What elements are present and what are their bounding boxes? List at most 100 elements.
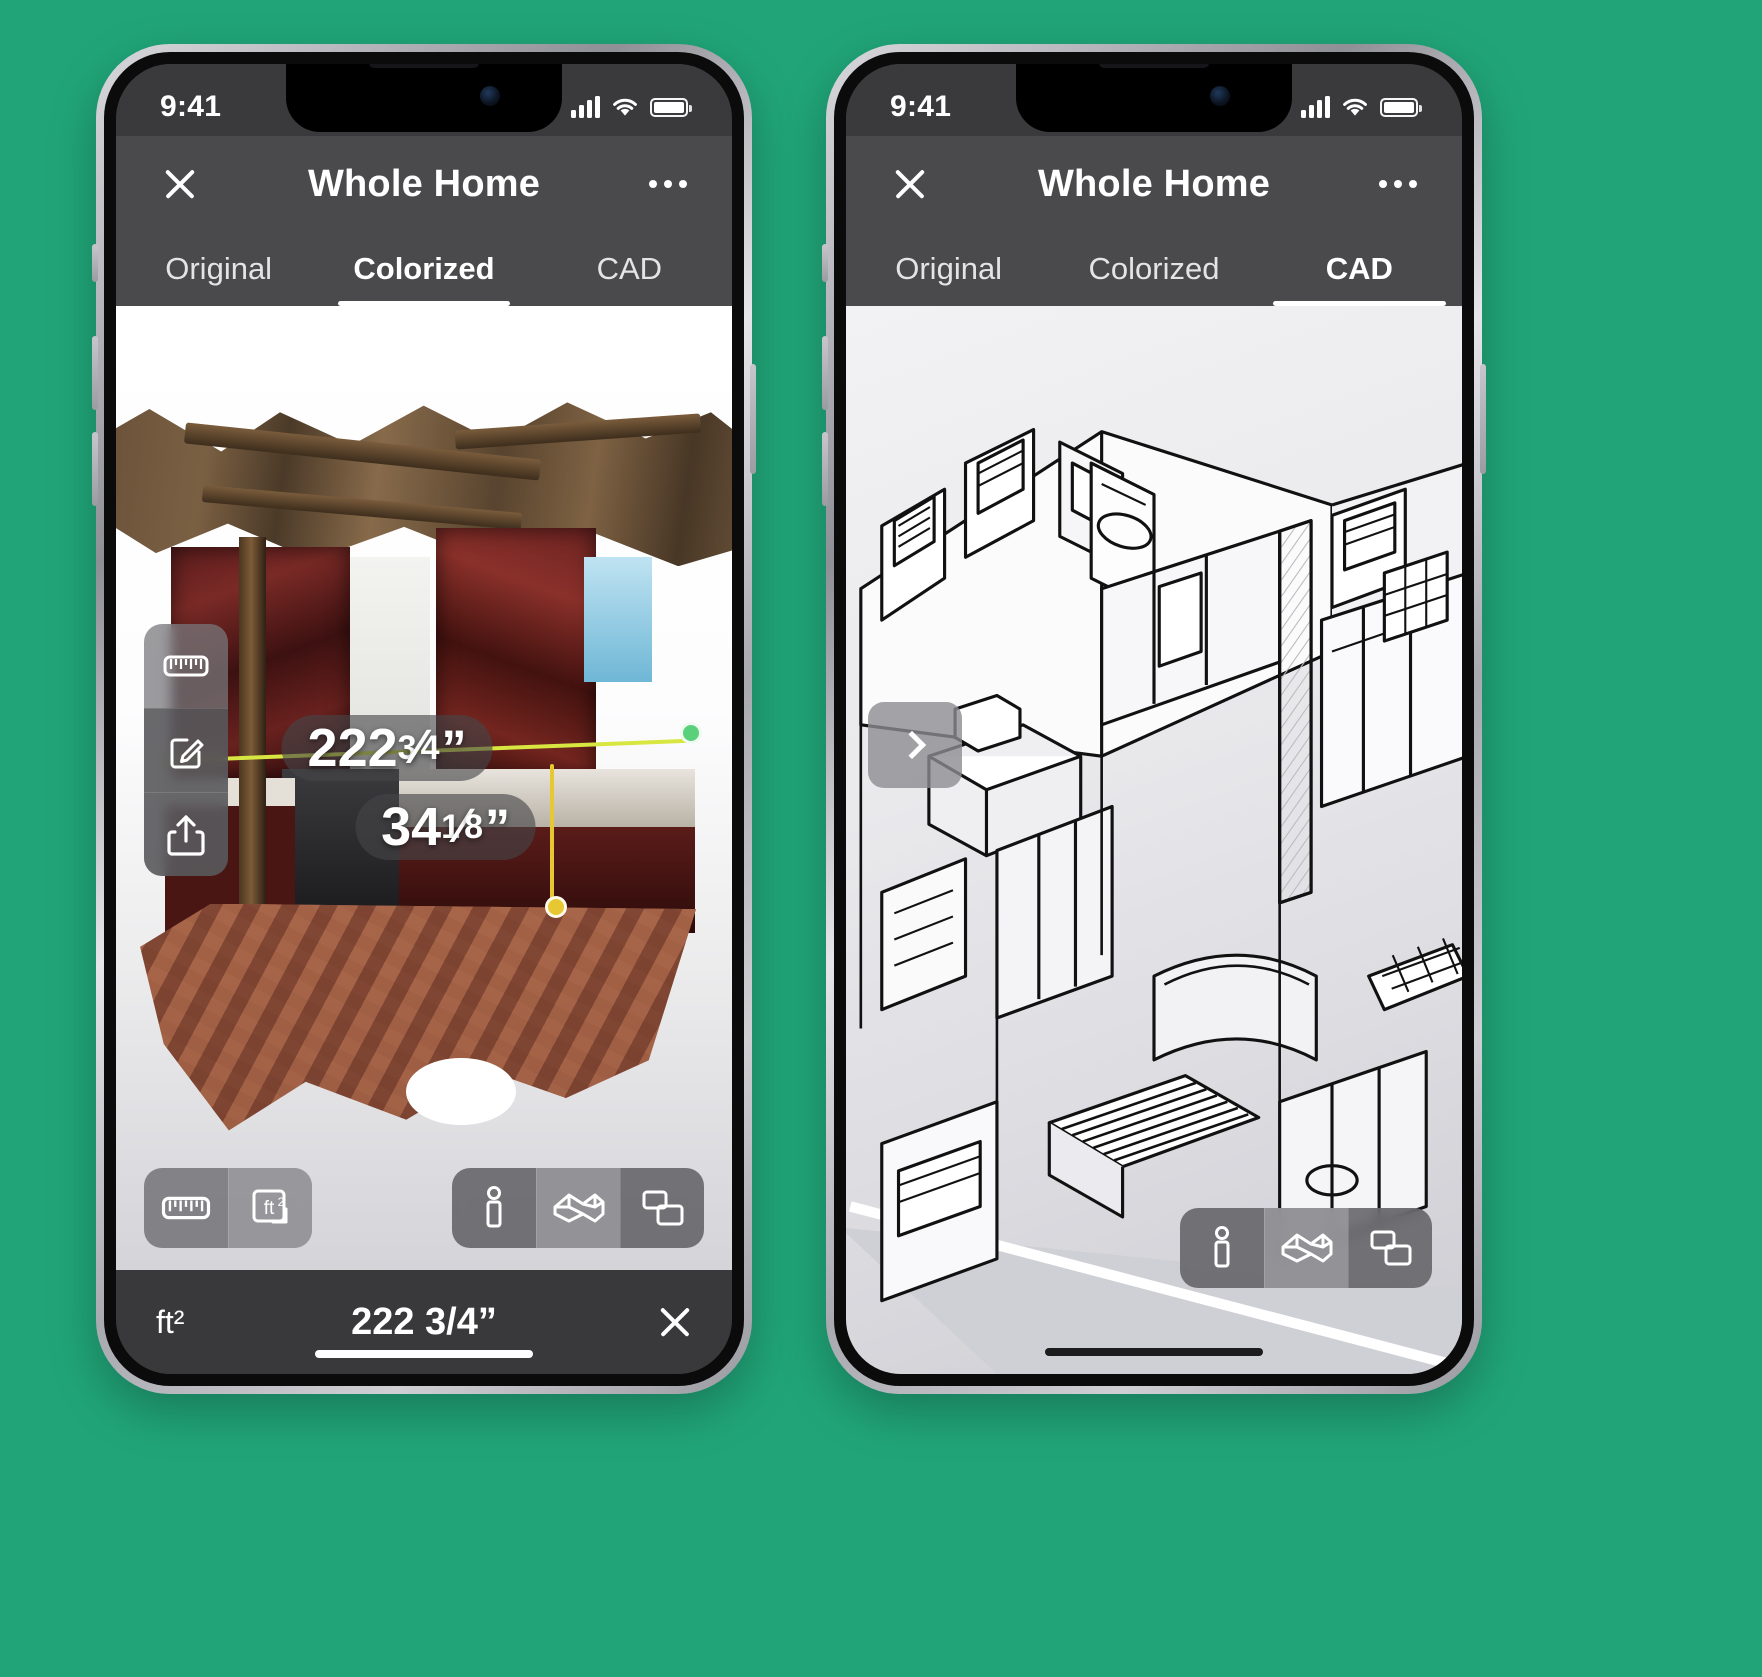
notch	[286, 64, 562, 132]
tab-original[interactable]: Original	[846, 232, 1051, 306]
measurement-status-bar: ft² 222 3/4”	[116, 1270, 732, 1374]
page-title: Whole Home	[1037, 162, 1271, 205]
earpiece-speaker	[369, 64, 479, 68]
chevron-right-icon	[897, 730, 927, 760]
phone-right: 9:41 Whole Home Original Colorized CAD	[822, 44, 1486, 1394]
measurement-fraction: 3 ⁄ 4	[398, 723, 440, 772]
view-mode-tabs: Original Colorized CAD	[116, 232, 732, 306]
dollhouse-3d-icon	[553, 1193, 604, 1223]
wifi-icon	[1343, 98, 1367, 116]
tool-column	[144, 624, 228, 876]
ruler-icon	[161, 1196, 211, 1220]
dollhouse-3d-icon	[1281, 1233, 1332, 1263]
tool-share-button[interactable]	[144, 792, 228, 876]
view-mode-segment	[452, 1168, 704, 1248]
segment-measure-tool[interactable]	[144, 1168, 228, 1248]
view-mode-tabs: Original Colorized CAD	[846, 232, 1462, 306]
measurement-whole: 222	[307, 717, 398, 778]
close-icon	[163, 167, 197, 201]
floorplan-icon	[642, 1190, 683, 1226]
segment-floorplan-view[interactable]	[1348, 1208, 1432, 1288]
measurement-value: 222 3/4”	[351, 1300, 497, 1343]
bottom-controls: ft 2	[116, 1168, 732, 1248]
screenshot-stage: 9:41 Whole Home Original Colorized CAD 2…	[0, 0, 1762, 1677]
view-mode-segment	[1180, 1208, 1432, 1288]
measurement-whole: 34	[381, 796, 442, 857]
area-ft2-icon: ft 2	[252, 1189, 287, 1224]
wifi-icon	[613, 98, 637, 116]
tab-cad[interactable]: CAD	[1257, 232, 1462, 306]
expand-panel-button[interactable]	[868, 702, 962, 788]
measurement-unit: ”	[485, 798, 511, 855]
tab-colorized[interactable]: Colorized	[1051, 232, 1256, 306]
person-icon	[486, 1186, 502, 1228]
tab-cad[interactable]: CAD	[527, 232, 732, 306]
power-button[interactable]	[750, 364, 756, 474]
phone-left: 9:41 Whole Home Original Colorized CAD 2…	[92, 44, 756, 1394]
measurement-unit-label[interactable]: ft²	[156, 1304, 276, 1341]
volume-up-button[interactable]	[822, 336, 828, 410]
tool-annotate-button[interactable]	[144, 708, 228, 792]
svg-text:2: 2	[277, 1195, 284, 1209]
measurement-label-vertical[interactable]: 34 1 ⁄ 8”	[355, 793, 537, 860]
measurement-denominator: 4	[420, 728, 440, 767]
power-button[interactable]	[1480, 364, 1486, 474]
close-icon	[658, 1305, 692, 1339]
tool-measure-button[interactable]	[144, 624, 228, 708]
segment-area-tool[interactable]: ft 2	[228, 1168, 312, 1248]
model-viewport-cad[interactable]	[846, 306, 1462, 1374]
measurement-endpoint[interactable]	[679, 722, 702, 745]
mesh-brick-floor	[140, 903, 697, 1131]
status-indicators	[571, 96, 692, 118]
ruler-icon	[163, 655, 209, 677]
volume-up-button[interactable]	[92, 336, 98, 410]
volume-down-button[interactable]	[822, 432, 828, 506]
measurement-denominator: 8	[464, 807, 484, 846]
phone-left-bezel: 9:41 Whole Home Original Colorized CAD 2…	[104, 52, 744, 1386]
mute-switch[interactable]	[92, 244, 98, 282]
segment-dollhouse-view[interactable]	[1264, 1208, 1348, 1288]
segment-dollhouse-view[interactable]	[536, 1168, 620, 1248]
mesh-window	[584, 556, 652, 682]
model-viewport-colorized[interactable]: 222 3 ⁄ 4” 34 1 ⁄ 8” ft 2	[116, 306, 732, 1270]
cad-bottom-controls	[1180, 1208, 1432, 1288]
person-icon	[1214, 1226, 1230, 1268]
measurement-label-horizontal[interactable]: 222 3 ⁄ 4”	[281, 714, 493, 781]
status-time: 9:41	[890, 90, 952, 123]
share-icon	[167, 814, 205, 856]
earpiece-speaker	[1099, 64, 1209, 68]
mute-switch[interactable]	[822, 244, 828, 282]
status-time: 9:41	[160, 90, 222, 123]
home-indicator[interactable]	[315, 1350, 533, 1358]
more-options-button[interactable]	[642, 158, 694, 210]
mesh-gap	[405, 1057, 517, 1126]
measurement-close-button[interactable]	[572, 1305, 692, 1339]
measurement-fraction: 1 ⁄ 8	[441, 802, 484, 851]
close-button[interactable]	[154, 158, 206, 210]
tab-original[interactable]: Original	[116, 232, 321, 306]
measurement-mode-segment: ft 2	[144, 1168, 312, 1248]
segment-first-person-view[interactable]	[452, 1168, 536, 1248]
tab-colorized[interactable]: Colorized	[321, 232, 526, 306]
battery-icon	[650, 97, 692, 117]
volume-down-button[interactable]	[92, 432, 98, 506]
more-options-button[interactable]	[1372, 158, 1424, 210]
page-title: Whole Home	[307, 162, 541, 205]
phone-right-screen: 9:41 Whole Home Original Colorized CAD	[846, 64, 1462, 1374]
svg-text:ft: ft	[263, 1198, 274, 1219]
more-options-icon	[649, 180, 687, 188]
battery-icon	[1380, 97, 1422, 117]
segment-first-person-view[interactable]	[1180, 1208, 1264, 1288]
close-button[interactable]	[884, 158, 936, 210]
nav-bar: Whole Home	[846, 136, 1462, 232]
segment-floorplan-view[interactable]	[620, 1168, 704, 1248]
front-camera-icon	[480, 86, 500, 106]
measurement-endpoint[interactable]	[544, 895, 567, 918]
cellular-bars-icon	[571, 96, 600, 118]
home-indicator[interactable]	[1045, 1348, 1263, 1356]
measurement-line-vertical	[550, 763, 555, 904]
more-options-icon	[1379, 180, 1417, 188]
close-icon	[893, 167, 927, 201]
phone-right-bezel: 9:41 Whole Home Original Colorized CAD	[834, 52, 1474, 1386]
edit-note-icon	[170, 738, 204, 768]
